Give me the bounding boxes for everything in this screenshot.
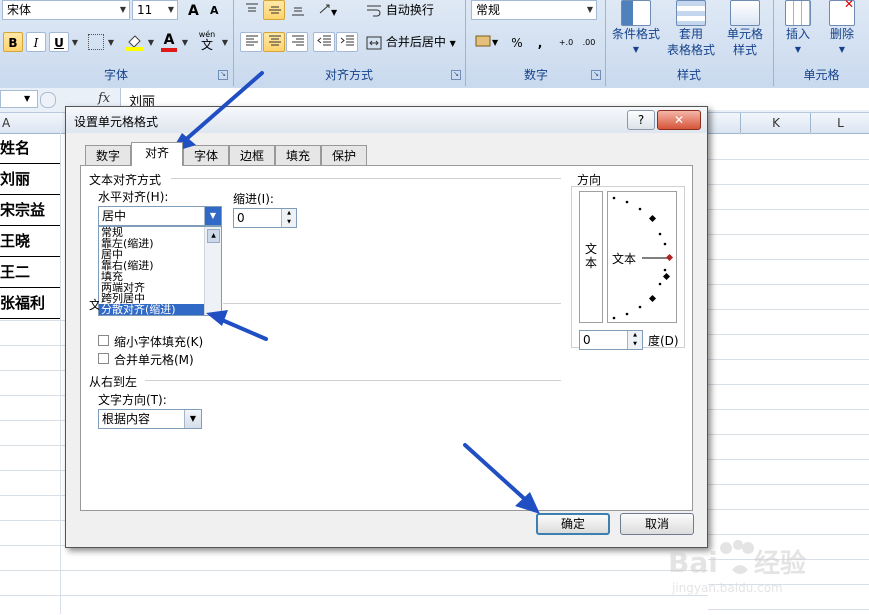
arrow-icon	[206, 310, 268, 341]
annotation-arrows	[170, 71, 540, 514]
watermark-logo: Bai 经验 jingyan.baidu.com	[668, 540, 838, 600]
svg-text:Bai: Bai	[668, 546, 718, 579]
arrow-icon	[463, 443, 540, 514]
tab-alignment[interactable]: 对齐	[131, 142, 183, 166]
arrow-icon	[170, 71, 264, 153]
svg-text:经验: 经验	[754, 548, 806, 579]
svg-text:jingyan.baidu.com: jingyan.baidu.com	[671, 581, 783, 595]
